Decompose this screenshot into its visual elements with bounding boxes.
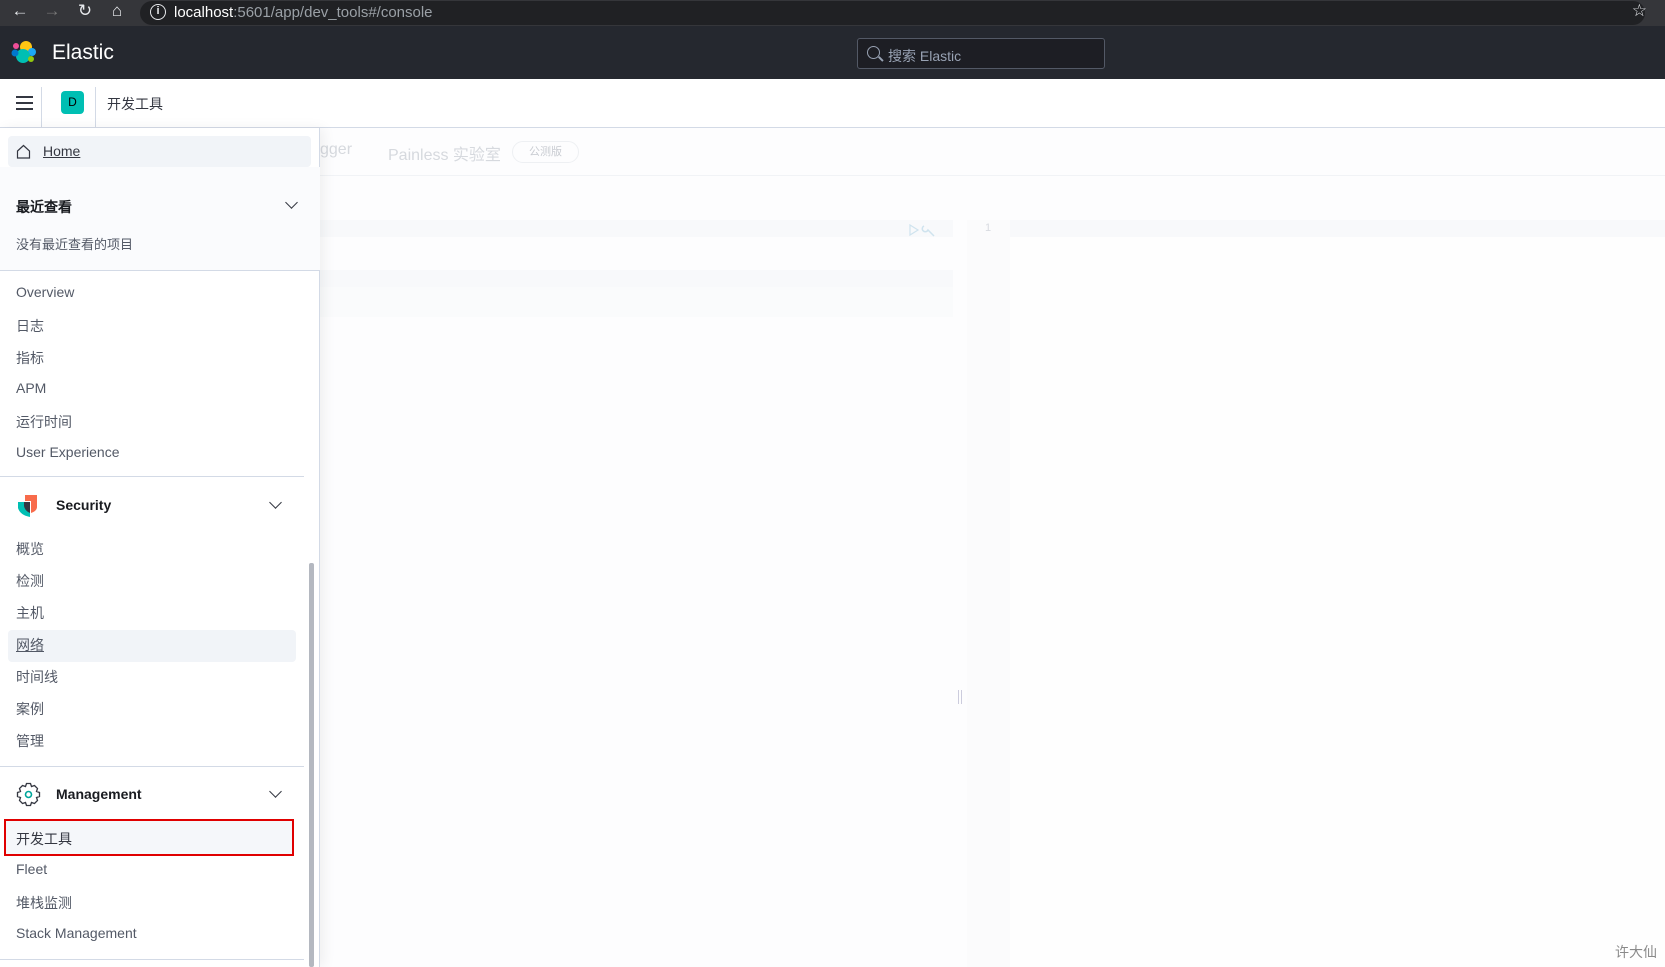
tab-painless-lab[interactable]: Painless 实验室 — [388, 141, 501, 165]
chevron-down-icon[interactable] — [269, 785, 282, 798]
navigation-flyout: Home 最近查看 没有最近查看的项目 Overview 日志 指标 APM 运… — [0, 128, 320, 967]
sidebar-item-user-experience[interactable]: User Experience — [16, 444, 120, 460]
star-icon[interactable]: ☆ — [1632, 1, 1647, 21]
sidebar-item-overview-security[interactable]: 概览 — [16, 539, 44, 559]
request-editor[interactable] — [320, 220, 962, 967]
divider — [95, 87, 96, 127]
sidebar-item-apm[interactable]: APM — [16, 380, 46, 396]
back-icon[interactable]: ← — [8, 1, 32, 21]
url-host: localhost — [174, 4, 234, 21]
search-input[interactable]: 搜索 Elastic — [857, 38, 1105, 69]
reload-icon[interactable]: ↻ — [73, 1, 97, 21]
chevron-down-icon[interactable] — [269, 496, 282, 509]
sidebar-item-hosts[interactable]: 主机 — [16, 603, 44, 623]
sidebar-item-overview[interactable]: Overview — [16, 284, 74, 300]
search-placeholder: 搜索 Elastic — [888, 48, 962, 64]
sidebar-item-stack-monitoring[interactable]: 堆栈监测 — [16, 893, 72, 913]
breadcrumb-bar: D 开发工具 — [0, 79, 1665, 128]
hover-highlight — [8, 630, 296, 662]
divider — [41, 87, 42, 127]
info-icon[interactable]: i — [150, 4, 166, 20]
browser-toolbar: ← → ↻ ⌂ i localhost:5601/app/dev_tools#/… — [0, 0, 1665, 26]
address-bar[interactable]: i localhost:5601/app/dev_tools#/console — [140, 1, 1645, 25]
search-icon — [867, 46, 880, 59]
editor-actions — [909, 223, 935, 237]
active-line — [1010, 220, 1665, 237]
watermark: 许大仙 — [1615, 944, 1657, 960]
scrollbar[interactable] — [309, 563, 314, 967]
tab-grok-debugger[interactable]: gger — [320, 141, 352, 159]
divider — [0, 270, 320, 271]
brand-name: Elastic — [52, 41, 114, 64]
url-path: :5601/app/dev_tools#/console — [233, 4, 433, 21]
security-logo-icon — [18, 495, 37, 517]
gear-icon — [16, 782, 41, 807]
sidebar-item-administration[interactable]: 管理 — [16, 731, 44, 751]
divider — [320, 175, 1665, 176]
response-editor: 1 — [967, 220, 1665, 967]
sidebar-item-fleet[interactable]: Fleet — [16, 861, 47, 877]
divider — [0, 476, 304, 477]
space-avatar[interactable]: D — [61, 91, 84, 114]
sidebar-item-timelines[interactable]: 时间线 — [16, 667, 58, 687]
home-label: Home — [43, 143, 81, 159]
editor-row — [320, 270, 953, 287]
dev-tools-main: gger Painless 实验室 公测版 1 — [320, 128, 1665, 967]
pane-resizer[interactable] — [958, 690, 962, 704]
sidebar-item-stack-management[interactable]: Stack Management — [16, 925, 137, 941]
elastic-logo-icon[interactable] — [11, 39, 37, 65]
sidebar-item-metrics[interactable]: 指标 — [16, 348, 44, 368]
sidebar-item-cases[interactable]: 案例 — [16, 699, 44, 719]
sidebar-item-logs[interactable]: 日志 — [16, 316, 44, 336]
play-icon[interactable] — [909, 223, 920, 237]
recent-title[interactable]: 最近查看 — [16, 197, 72, 217]
sidebar-item-network[interactable]: 网络 — [16, 635, 44, 655]
management-title[interactable]: Management — [56, 786, 142, 802]
recent-section — [0, 167, 320, 270]
sidebar-item-dev-tools[interactable]: 开发工具 — [16, 829, 72, 849]
sidebar-item-home[interactable]: Home — [8, 136, 311, 167]
security-title[interactable]: Security — [56, 497, 111, 513]
divider — [0, 959, 304, 960]
breadcrumb-current: 开发工具 — [107, 96, 163, 112]
forward-icon[interactable]: → — [40, 1, 64, 21]
line-number: 1 — [985, 222, 992, 234]
sidebar-item-uptime[interactable]: 运行时间 — [16, 412, 72, 432]
menu-icon[interactable] — [16, 96, 33, 98]
wrench-icon[interactable] — [921, 225, 935, 237]
line-gutter: 1 — [967, 220, 1010, 967]
editor-row — [320, 220, 953, 237]
beta-badge: 公测版 — [512, 141, 579, 163]
home-icon[interactable]: ⌂ — [105, 1, 129, 21]
editor-row — [320, 287, 953, 317]
app-header: Elastic 搜索 Elastic — [0, 26, 1665, 79]
divider — [0, 766, 304, 767]
recent-empty-text: 没有最近查看的项目 — [16, 237, 134, 252]
home-icon — [16, 144, 31, 159]
sidebar-item-detections[interactable]: 检测 — [16, 571, 44, 591]
